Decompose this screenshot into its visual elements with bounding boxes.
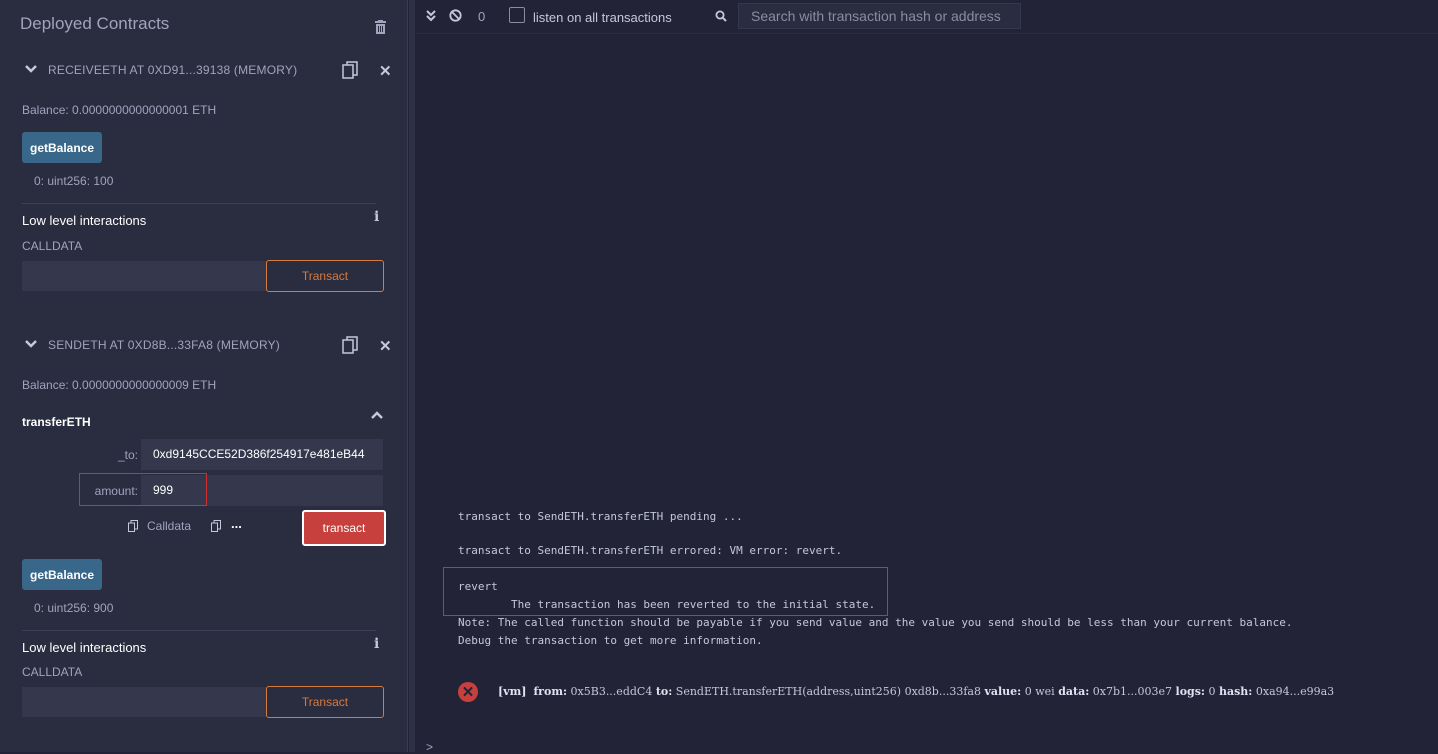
getbalance-output: 0: uint256: 900 bbox=[34, 601, 114, 615]
tx-data-val: 0x7b1...003e7 bbox=[1092, 685, 1173, 698]
param-label-to: _to: bbox=[117, 448, 138, 462]
deployed-contracts-panel: Deployed Contracts RECEIVEETH AT 0XD91..… bbox=[0, 0, 407, 752]
tx-hash-val: 0xa94...e99a3 bbox=[1255, 685, 1335, 698]
getbalance-button[interactable]: getBalance bbox=[22, 559, 102, 590]
tx-from-val: 0x5B3...eddC4 bbox=[570, 685, 653, 698]
info-icon[interactable]: i bbox=[374, 636, 379, 652]
function-title: transferETH bbox=[22, 415, 91, 429]
contract-balance: Balance: 0.0000000000000009 ETH bbox=[22, 378, 217, 392]
chevron-up-icon[interactable] bbox=[371, 410, 383, 420]
copy-calldata-label[interactable]: Calldata bbox=[147, 519, 191, 533]
calldata-input[interactable] bbox=[22, 261, 266, 291]
divider bbox=[22, 630, 376, 631]
clear-block-icon[interactable] bbox=[449, 9, 462, 22]
contract-header-sendeth[interactable]: SENDETH AT 0XD8B...33FA8 (MEMORY) ✕ bbox=[13, 329, 394, 363]
getbalance-output: 0: uint256: 100 bbox=[34, 174, 114, 188]
panel-title: Deployed Contracts bbox=[20, 14, 170, 33]
chevron-down-icon[interactable] bbox=[25, 64, 37, 74]
contract-name: RECEIVEETH AT 0XD91...39138 (MEMORY) bbox=[48, 63, 298, 77]
transaction-summary[interactable]: [vm] from: 0x5B3...eddC4 to: SendETH.tra… bbox=[498, 685, 1334, 698]
tx-hash-key: hash: bbox=[1218, 685, 1253, 698]
contract-balance: Balance: 0.0000000000000001 ETH bbox=[22, 103, 217, 117]
splitter-handle[interactable] bbox=[409, 0, 415, 752]
divider bbox=[22, 203, 376, 204]
calldata-label: CALLDATA bbox=[22, 239, 83, 253]
info-icon[interactable]: i bbox=[374, 209, 379, 225]
log-line: Note: The called function should be paya… bbox=[458, 616, 1293, 629]
calldata-input[interactable] bbox=[22, 687, 266, 717]
search-icon bbox=[715, 10, 727, 22]
calldata-label: CALLDATA bbox=[22, 665, 83, 679]
more-options[interactable]: ... bbox=[231, 516, 242, 531]
copy-icon[interactable] bbox=[128, 520, 138, 532]
contract-header-receiveeth[interactable]: RECEIVEETH AT 0XD91...39138 (MEMORY) ✕ bbox=[13, 54, 394, 88]
copy-icon[interactable] bbox=[211, 520, 221, 532]
log-line: Debug the transaction to get more inform… bbox=[458, 634, 763, 647]
tx-vm: [vm] bbox=[498, 685, 527, 698]
tx-value-val: 0 wei bbox=[1024, 685, 1055, 698]
listen-checkbox[interactable] bbox=[509, 7, 525, 23]
transact-button[interactable]: Transact bbox=[266, 260, 384, 292]
pending-count: 0 bbox=[478, 9, 486, 24]
transact-button-red[interactable]: transact bbox=[302, 510, 386, 546]
tx-to-val: SendETH.transferETH(address,uint256) 0xd… bbox=[675, 685, 981, 698]
close-icon[interactable]: ✕ bbox=[379, 337, 392, 355]
tx-from-key: from: bbox=[533, 685, 568, 698]
trash-icon[interactable] bbox=[374, 20, 387, 34]
contract-name: SENDETH AT 0XD8B...33FA8 (MEMORY) bbox=[48, 338, 280, 352]
listen-label: listen on all transactions bbox=[533, 10, 672, 25]
highlight-box bbox=[79, 473, 207, 506]
copy-icon[interactable] bbox=[342, 336, 358, 354]
chevron-down-icon[interactable] bbox=[25, 339, 37, 349]
log-line: transact to SendETH.transferETH errored:… bbox=[458, 544, 843, 557]
tx-to-key: to: bbox=[655, 685, 673, 698]
transact-button[interactable]: Transact bbox=[266, 686, 384, 718]
close-icon[interactable]: ✕ bbox=[379, 62, 392, 80]
tx-logs-key: logs: bbox=[1175, 685, 1205, 698]
getbalance-button[interactable]: getBalance bbox=[22, 132, 102, 163]
log-line: transact to SendETH.transferETH pending … bbox=[458, 510, 743, 523]
double-chevron-down-icon[interactable] bbox=[426, 9, 436, 23]
tx-value-key: value: bbox=[984, 685, 1022, 698]
tx-logs-val: 0 bbox=[1208, 685, 1216, 698]
search-input[interactable]: Search with transaction hash or address bbox=[738, 3, 1021, 29]
tx-data-key: data: bbox=[1058, 685, 1090, 698]
param-input-to[interactable]: 0xd9145CCE52D386f254917e481eB44 bbox=[141, 439, 383, 470]
highlight-box bbox=[443, 567, 888, 616]
low-level-title: Low level interactions bbox=[22, 213, 147, 228]
copy-icon[interactable] bbox=[342, 61, 358, 79]
error-icon: ✕ bbox=[458, 682, 478, 702]
low-level-title: Low level interactions bbox=[22, 640, 147, 655]
